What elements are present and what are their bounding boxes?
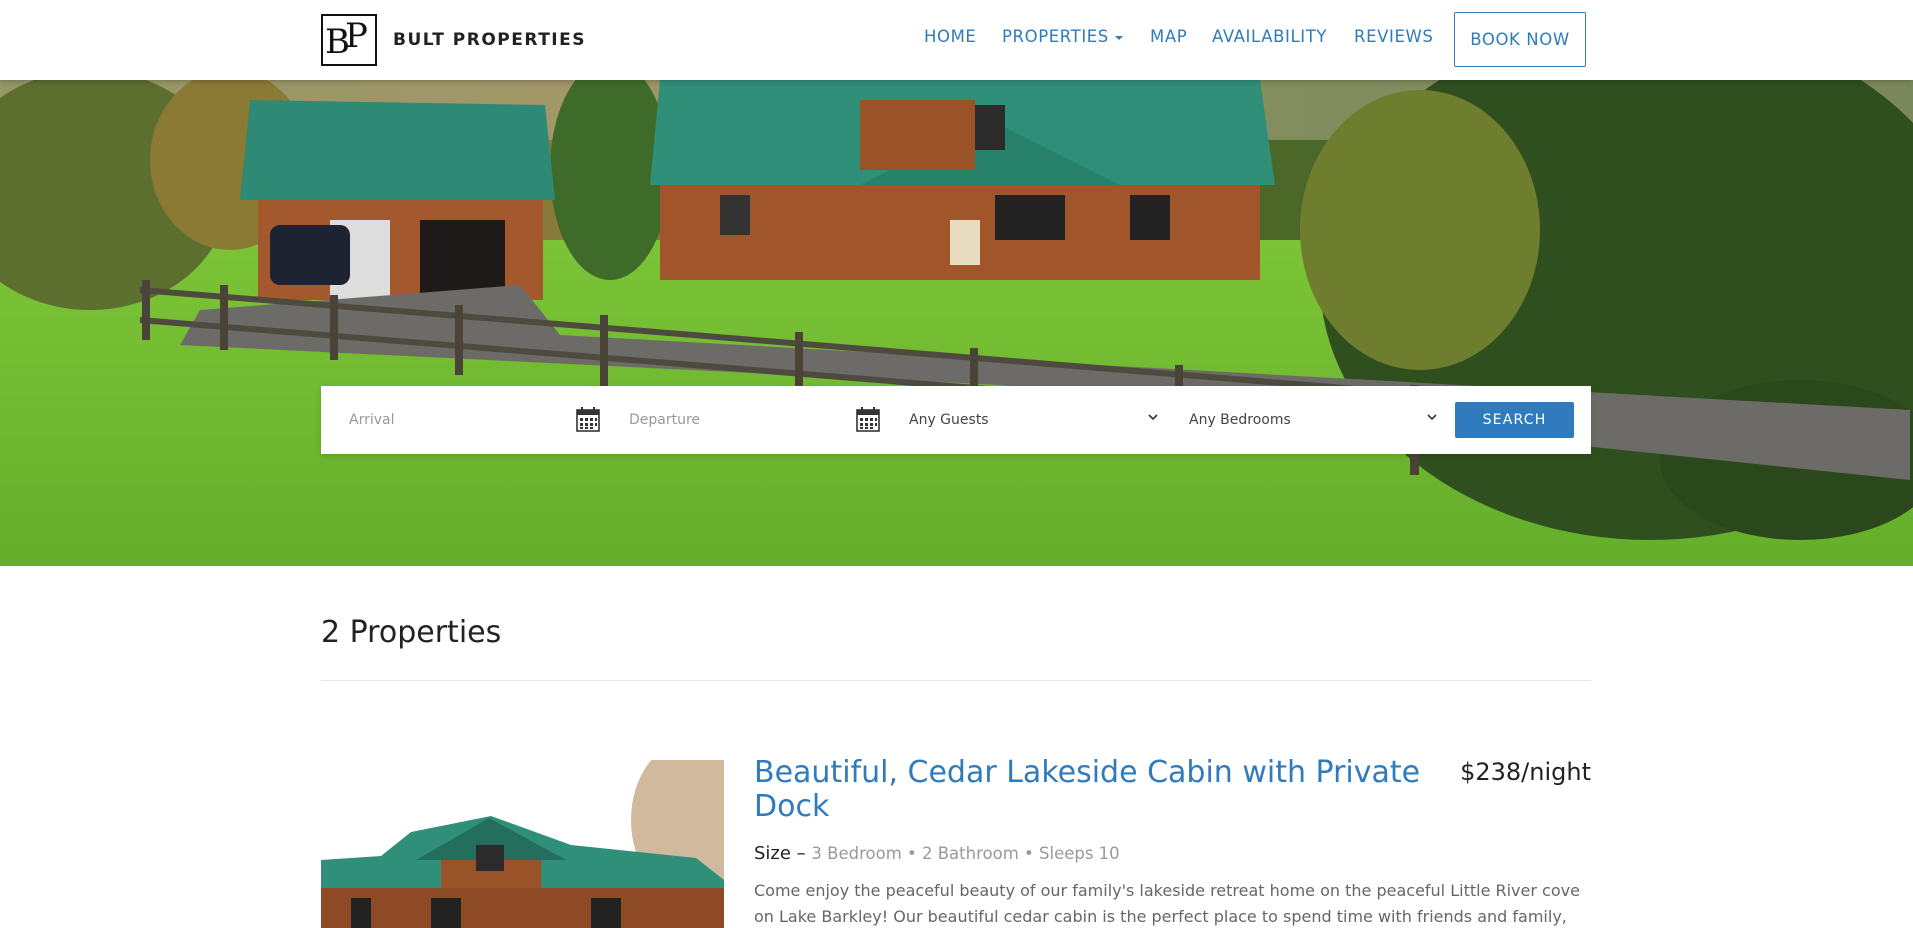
size-value: 3 Bedroom • 2 Bathroom • Sleeps 10 <box>811 844 1120 863</box>
results-count-heading: 2 Properties <box>321 615 502 650</box>
nav-properties[interactable]: PROPERTIES <box>1002 27 1123 46</box>
calendar-icon[interactable] <box>856 406 880 432</box>
nav-map[interactable]: MAP <box>1150 27 1187 46</box>
listing-description: Come enjoy the peaceful beauty of our fa… <box>754 881 1580 926</box>
top-navbar: B P BULT PROPERTIES HOME PROPERTIES MAP … <box>0 0 1913 80</box>
chevron-down-icon <box>1148 414 1158 421</box>
listing-size: Size – 3 Bedroom • 2 Bathroom • Sleeps 1… <box>754 843 1120 864</box>
brand[interactable]: B P BULT PROPERTIES <box>321 14 586 66</box>
departure-input[interactable]: Departure <box>629 404 849 436</box>
hero-cabin-scene <box>0 80 1913 566</box>
caret-down-icon <box>1114 35 1123 40</box>
guests-select-value: Any Guests <box>909 412 989 428</box>
listing-price: $238/night <box>1460 758 1591 786</box>
bedrooms-select[interactable]: Any Bedrooms <box>1189 404 1449 436</box>
nav-properties-label: PROPERTIES <box>1002 27 1109 46</box>
divider <box>321 680 1591 681</box>
bedrooms-select-value: Any Bedrooms <box>1189 412 1291 428</box>
search-button[interactable]: SEARCH <box>1455 402 1574 438</box>
calendar-icon[interactable] <box>576 406 600 432</box>
size-label: Size – <box>754 843 806 864</box>
arrival-input[interactable]: Arrival <box>349 404 569 436</box>
availability-search-bar: Arrival Departure Any Guests Any Bedroom… <box>321 386 1591 454</box>
book-now-button[interactable]: BOOK NOW <box>1454 12 1586 67</box>
nav-availability[interactable]: AVAILABILITY <box>1212 27 1327 46</box>
chevron-down-icon <box>1427 414 1437 421</box>
departure-placeholder: Departure <box>629 412 701 428</box>
listing-thumbnail[interactable] <box>321 760 724 928</box>
listing-cabin-photo <box>321 760 724 928</box>
brand-logo: B P <box>321 14 377 66</box>
guests-select[interactable]: Any Guests <box>909 404 1169 436</box>
brand-name: BULT PROPERTIES <box>393 30 586 50</box>
nav-home[interactable]: HOME <box>924 27 976 46</box>
arrival-placeholder: Arrival <box>349 412 395 428</box>
nav-reviews[interactable]: REVIEWS <box>1354 27 1433 46</box>
hero-image <box>0 80 1913 566</box>
listing-title-link[interactable]: Beautiful, Cedar Lakeside Cabin with Pri… <box>754 756 1434 824</box>
